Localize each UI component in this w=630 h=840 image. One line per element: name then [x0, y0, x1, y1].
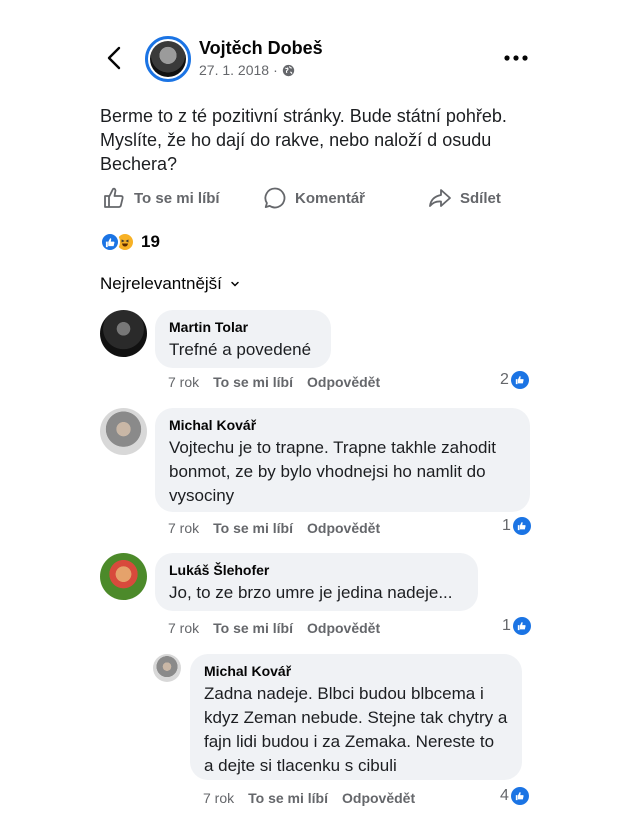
more-options-button[interactable]	[503, 48, 529, 68]
comment-like-count[interactable]: 2	[500, 371, 529, 389]
like-reaction-icon	[510, 787, 529, 805]
author-avatar[interactable]	[145, 36, 191, 82]
comment-age[interactable]: 7 rok	[168, 520, 199, 536]
like-reaction-icon	[512, 617, 531, 635]
comment-sort-dropdown[interactable]: Nejrelevantnější	[100, 274, 240, 294]
comment-like-button[interactable]: To se mi líbí	[248, 790, 328, 806]
comment-age[interactable]: 7 rok	[203, 790, 234, 806]
commenter-name[interactable]: Lukáš Šlehofer	[169, 561, 464, 579]
comment-like-button[interactable]: To se mi líbí	[213, 374, 293, 390]
chevron-down-icon	[231, 281, 239, 287]
comment-reply-button[interactable]: Odpovědět	[307, 520, 380, 536]
post-text: Berme to z té pozitivní stránky. Bude st…	[100, 106, 507, 174]
comment-label: Komentář	[295, 189, 366, 207]
commenter-avatar[interactable]	[100, 408, 147, 455]
comment-like-number: 2	[500, 371, 509, 388]
comment-like-number: 1	[502, 617, 511, 634]
comment-like-number: 1	[502, 517, 511, 534]
comment-text: Trefné a povedené	[169, 340, 312, 359]
comment-text: Zadna nadeje. Blbci budou blbcema i kdyz…	[204, 684, 508, 775]
chevron-left-icon	[107, 46, 121, 70]
share-label: Sdílet	[460, 189, 501, 207]
post-date[interactable]: 27. 1. 2018	[199, 62, 269, 78]
comment-text: Jo, to ze brzo umre je jedina nadeje...	[169, 583, 453, 602]
commenter-name[interactable]: Michal Kovář	[204, 662, 508, 680]
comment-bubble: Michal Kovář Vojtechu je to trapne. Trap…	[155, 408, 530, 512]
comment-age[interactable]: 7 rok	[168, 620, 199, 636]
like-label: To se mi líbí	[134, 189, 220, 207]
comment-text: Vojtechu je to trapne. Trapne takhle zah…	[169, 438, 497, 505]
like-reaction-icon	[512, 517, 531, 535]
author-name[interactable]: Vojtěch Dobeš	[199, 38, 323, 59]
commenter-name[interactable]: Martin Tolar	[169, 318, 317, 336]
commenter-avatar[interactable]	[100, 310, 147, 357]
sort-label: Nejrelevantnější	[100, 274, 222, 293]
comment-reply-button[interactable]: Odpovědět	[307, 374, 380, 390]
comment-reply-button[interactable]: Odpovědět	[342, 790, 415, 806]
comment-bubble: Michal Kovář Zadna nadeje. Blbci budou b…	[190, 654, 522, 780]
like-button[interactable]: To se mi líbí	[102, 186, 220, 210]
like-reaction-icon	[100, 232, 120, 252]
reactions-summary[interactable]: 19	[100, 232, 160, 252]
comment-like-count[interactable]: 1	[502, 617, 531, 635]
comment-actions: 7 rok To se mi líbí Odpovědět	[168, 374, 394, 390]
commenter-avatar[interactable]	[100, 553, 147, 600]
comment-like-button[interactable]: To se mi líbí	[213, 620, 293, 636]
commenter-name[interactable]: Michal Kovář	[169, 416, 516, 434]
share-button[interactable]: Sdílet	[428, 186, 501, 210]
comment-like-number: 4	[500, 787, 509, 804]
comment-actions: 7 rok To se mi líbí Odpovědět	[168, 620, 394, 636]
reaction-count: 19	[141, 232, 160, 251]
post-meta: 27. 1. 2018 ·	[199, 62, 295, 78]
comment-like-count[interactable]: 1	[502, 517, 531, 535]
share-icon	[429, 189, 451, 207]
comment-like-count[interactable]: 4	[500, 787, 529, 805]
back-button[interactable]	[100, 44, 128, 72]
comment-age[interactable]: 7 rok	[168, 374, 199, 390]
globe-icon	[282, 64, 294, 76]
thumbs-up-icon	[104, 187, 124, 208]
meta-separator: ·	[273, 62, 278, 78]
like-reaction-icon	[510, 371, 529, 389]
comment-actions: 7 rok To se mi líbí Odpovědět	[203, 790, 429, 806]
comment-like-button[interactable]: To se mi líbí	[213, 520, 293, 536]
comment-button[interactable]: Komentář	[263, 186, 365, 210]
comment-actions: 7 rok To se mi líbí Odpovědět	[168, 520, 394, 536]
commenter-avatar[interactable]	[153, 654, 181, 682]
comment-reply-button[interactable]: Odpovědět	[307, 620, 380, 636]
comment-icon	[264, 187, 286, 209]
comment-bubble: Lukáš Šlehofer Jo, to ze brzo umre je je…	[155, 553, 478, 611]
more-dots-icon	[504, 55, 528, 61]
comment-bubble: Martin Tolar Trefné a povedené	[155, 310, 331, 368]
